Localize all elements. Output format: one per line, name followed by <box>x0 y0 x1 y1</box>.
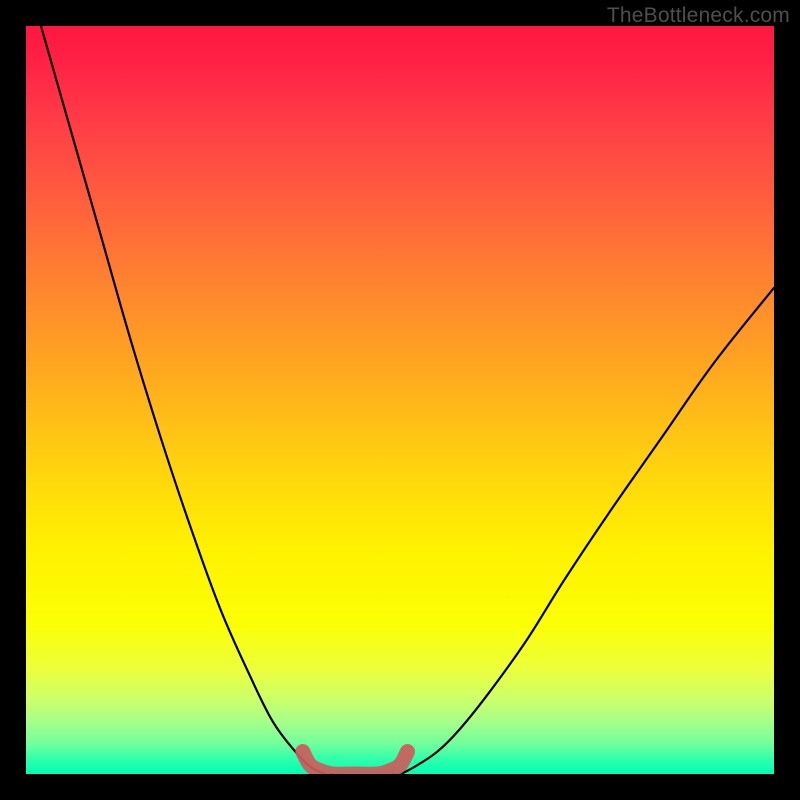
watermark-text: TheBottleneck.com <box>607 4 790 28</box>
valley-highlight-path <box>303 752 408 774</box>
valley-highlight <box>303 752 408 774</box>
chart-frame: TheBottleneck.com <box>0 0 800 800</box>
left-curve <box>41 26 333 774</box>
right-curve-path <box>393 288 774 774</box>
right-curve <box>393 288 774 774</box>
curve-layer <box>26 26 774 774</box>
left-curve-path <box>41 26 333 774</box>
plot-area <box>26 26 774 774</box>
